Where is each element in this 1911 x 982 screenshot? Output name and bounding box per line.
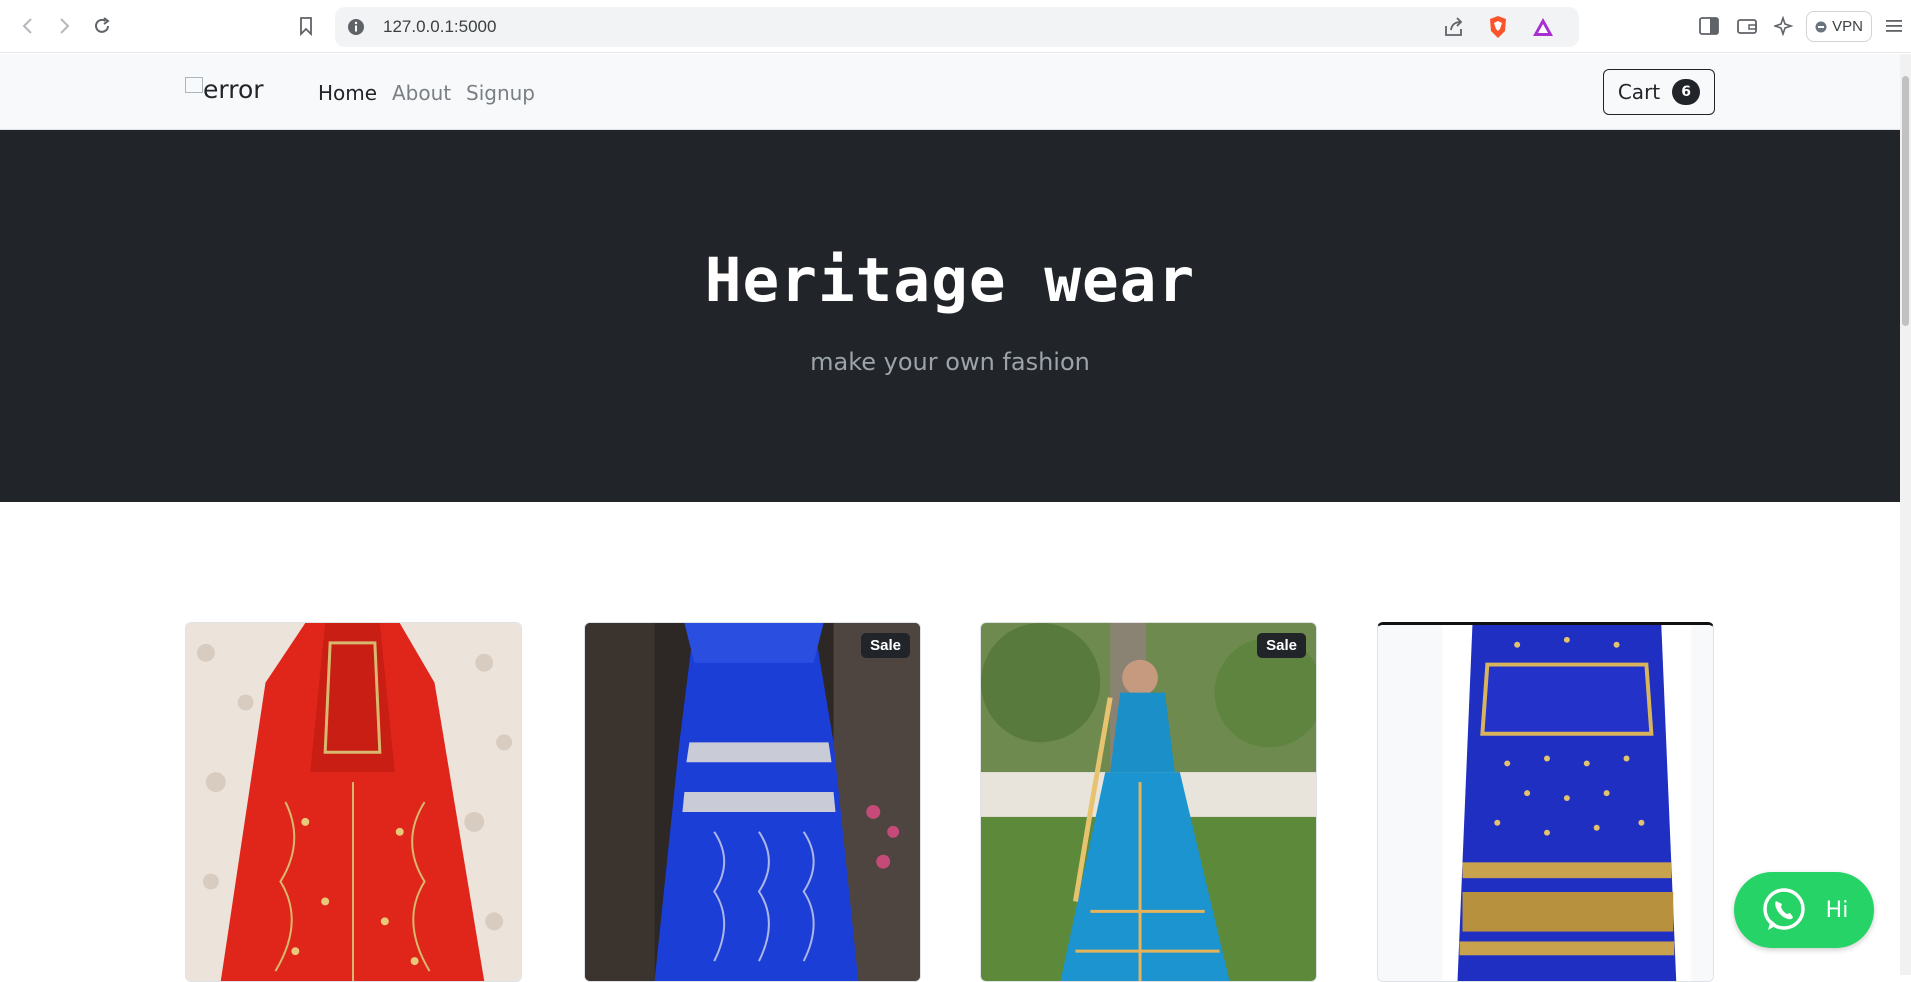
address-bar[interactable]: 127.0.0.1:5000 [335,7,1579,47]
broken-image-icon [185,77,203,93]
brave-rewards-icon[interactable] [1531,16,1555,43]
sale-badge: Sale [861,633,910,658]
whatsapp-icon [1762,888,1805,930]
nav-link-signup[interactable]: Signup [466,81,535,105]
forward-icon[interactable] [50,12,78,40]
vpn-label: VPN [1832,18,1863,35]
back-icon[interactable] [14,12,42,40]
url-text: 127.0.0.1:5000 [383,17,497,36]
product-image-blue-lehenga[interactable] [585,623,920,981]
hero-header: Heritage wear make your own fashion [0,130,1900,502]
whatsapp-chat-button[interactable]: Hi [1734,872,1874,948]
menu-icon[interactable] [1880,12,1908,40]
page-scrollbar[interactable] [1900,54,1911,975]
sale-badge: Sale [1257,633,1306,658]
brave-shields-icon[interactable] [1487,15,1509,44]
product-card-1[interactable] [185,622,522,982]
brand-logo[interactable]: error [185,75,264,104]
leo-ai-icon[interactable] [1770,12,1798,40]
nav-link-home[interactable]: Home [318,81,377,105]
sidebar-icon[interactable] [1695,12,1723,40]
product-card-3[interactable]: Sale [980,622,1317,982]
product-card-2[interactable]: Sale [584,622,921,982]
nav-link-about[interactable]: About [392,81,451,105]
cart-count-badge: 6 [1672,79,1701,105]
share-icon[interactable] [1443,16,1465,43]
logo-alt-text: error [203,75,264,104]
product-card-4[interactable] [1377,622,1714,982]
whatsapp-label: Hi [1825,897,1849,923]
product-image-blue-gold-lehenga[interactable] [1378,625,1713,981]
hero-title: Heritage wear [704,245,1196,316]
product-image-turquoise-lehenga[interactable] [981,623,1316,981]
scrollbar-thumb[interactable] [1902,76,1909,326]
site-navbar: error Home About Signup Cart 6 [0,54,1900,130]
vpn-button[interactable]: VPN [1806,11,1872,42]
site-info-icon[interactable] [347,18,365,41]
product-image-red-lehenga[interactable] [186,623,521,981]
browser-toolbar: 127.0.0.1:5000 VPN [0,0,1911,53]
bookmark-icon[interactable] [292,12,320,40]
vpn-status-icon [1815,21,1827,32]
cart-label: Cart [1617,80,1661,104]
cart-button[interactable]: Cart 6 [1603,69,1715,115]
reload-icon[interactable] [88,12,116,40]
wallet-icon[interactable] [1733,12,1761,40]
hero-subtitle: make your own fashion [810,348,1090,376]
